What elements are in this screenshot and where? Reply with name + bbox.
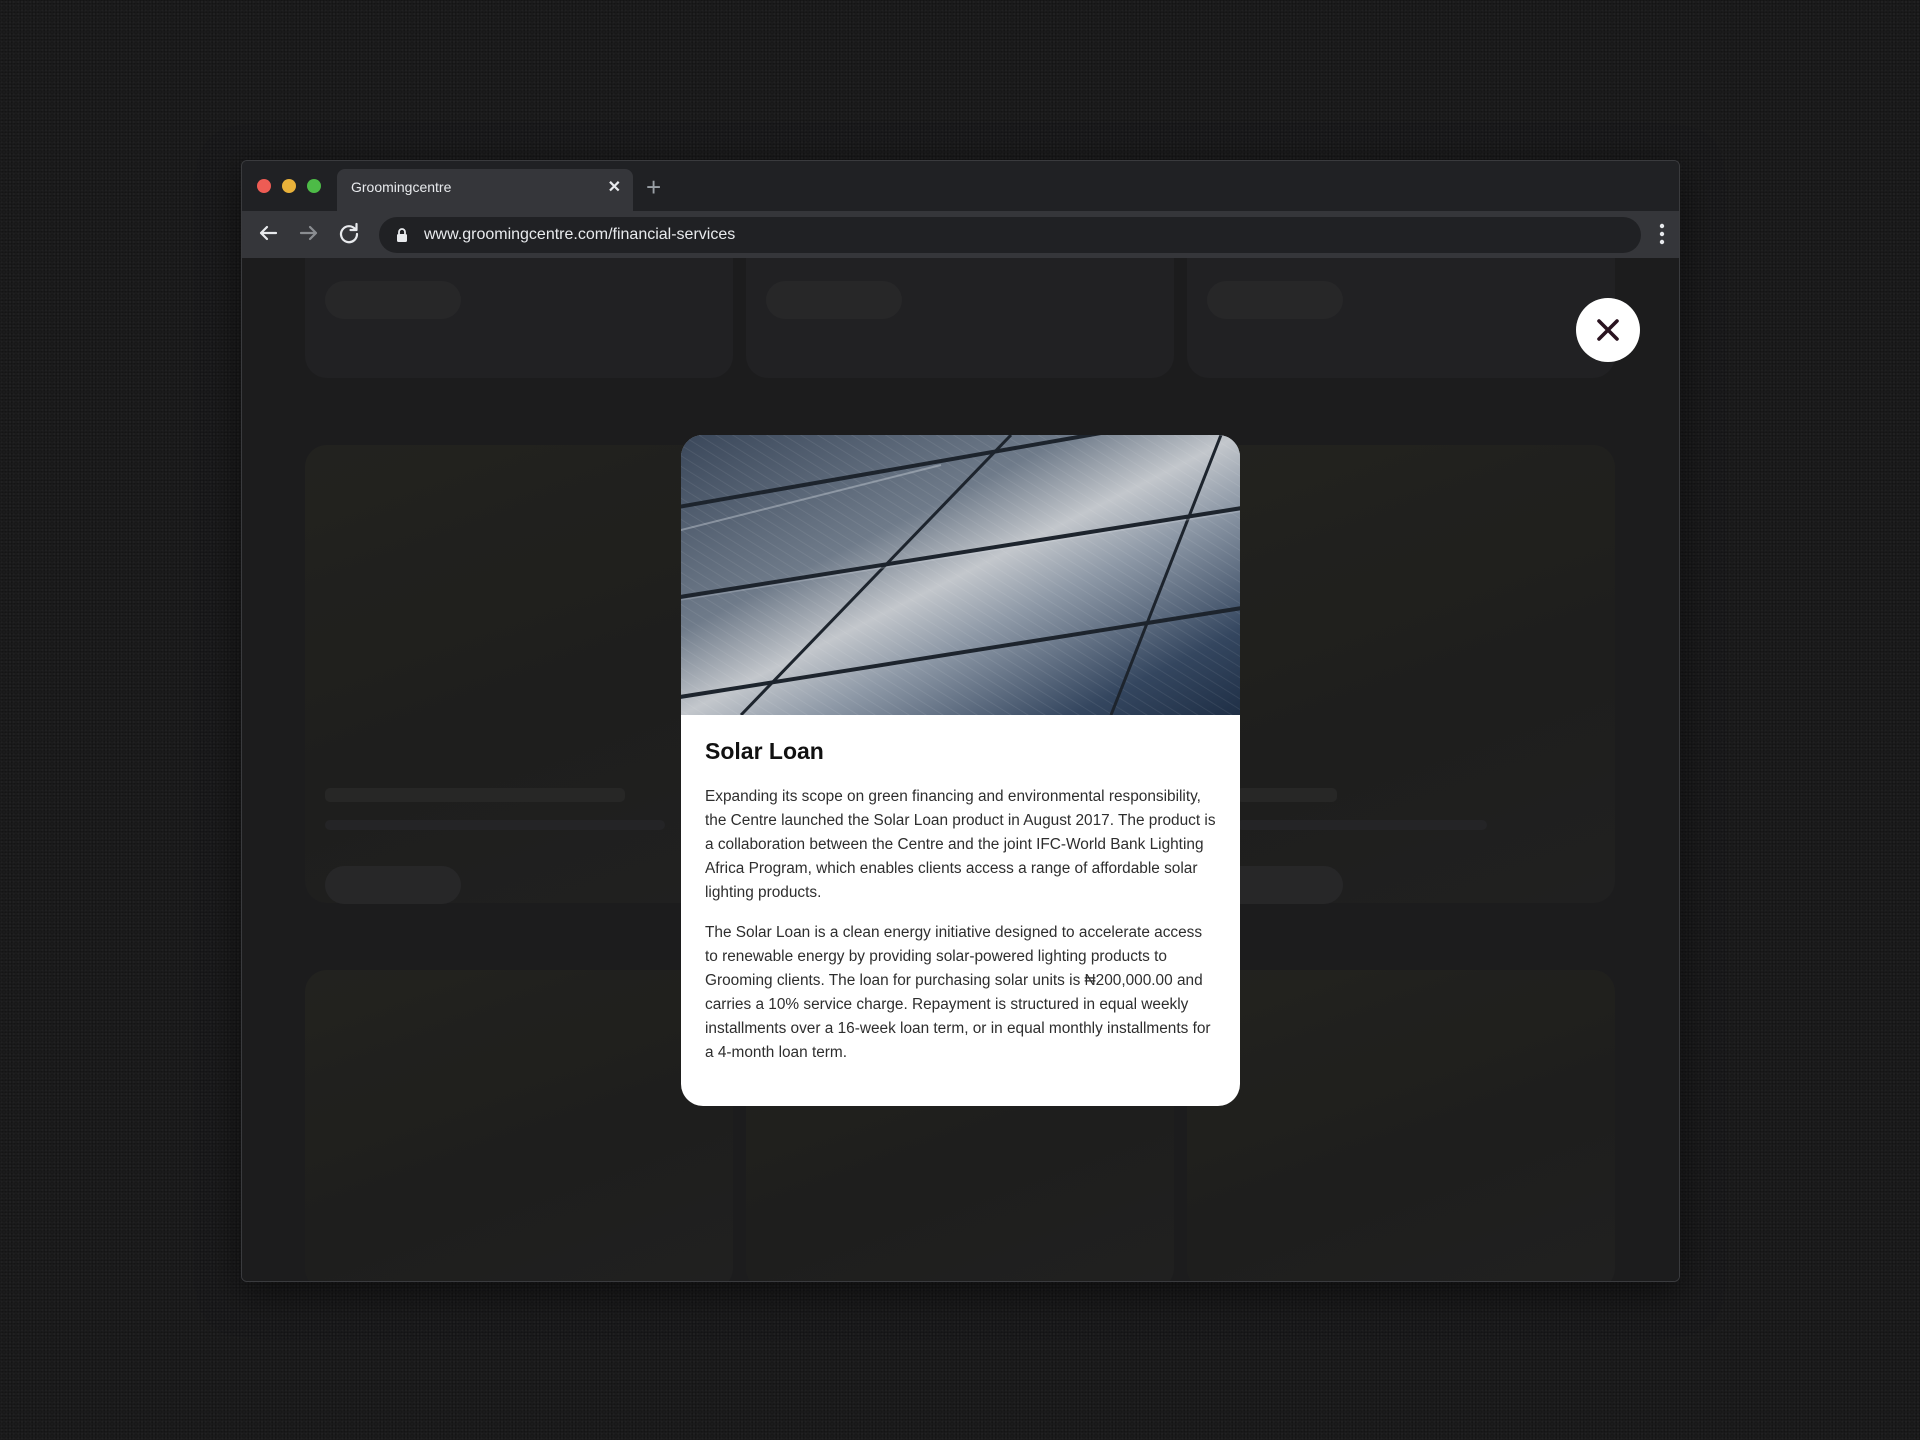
window-close-dot[interactable] [257,179,271,193]
modal-body: Expanding its scope on green financing a… [705,785,1217,1081]
modal-paragraph: Expanding its scope on green financing a… [705,788,1216,901]
close-modal-button[interactable] [1576,298,1640,362]
kebab-menu-icon[interactable] [1659,222,1665,246]
address-bar[interactable]: www.groomingcentre.com/financial-service… [379,217,1641,253]
solar-loan-modal: Solar Loan Expanding its scope on green … [681,435,1240,1106]
arrow-right-icon[interactable] [295,219,323,247]
modal-paragraph: The Solar Loan is a clean energy initiat… [705,924,1211,1061]
browser-toolbar: www.groomingcentre.com/financial-service… [242,211,1679,258]
new-tab-icon[interactable]: + [646,174,661,200]
browser-tab[interactable]: Groomingcentre ✕ [337,169,633,211]
arrow-left-icon[interactable] [254,219,282,247]
url-text[interactable]: www.groomingcentre.com/financial-service… [424,226,735,244]
browser-window: Groomingcentre ✕ + www.groomingcentre.co… [241,160,1680,1282]
tab-close-icon[interactable]: ✕ [608,178,621,198]
title-bar: Groomingcentre ✕ + [242,161,1679,211]
close-icon [1597,319,1619,341]
lock-icon [397,228,407,242]
solar-panel-image [681,435,1240,715]
window-maximize-dot[interactable] [307,179,321,193]
tab-title: Groomingcentre [351,179,452,195]
page-content: Solar Loan Expanding its scope on green … [242,258,1679,1281]
modal-title: Solar Loan [705,738,824,764]
reload-icon[interactable] [335,219,363,247]
window-minimize-dot[interactable] [282,179,296,193]
